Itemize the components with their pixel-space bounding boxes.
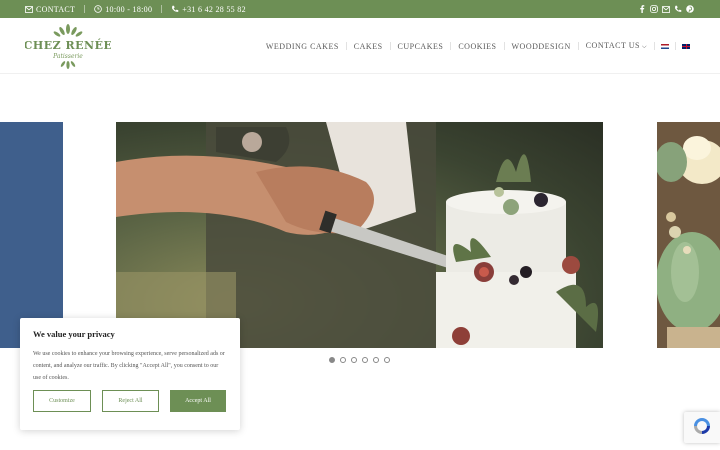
cookie-consent-banner: We value your privacy We use cookies to … — [20, 318, 240, 430]
facebook-icon[interactable] — [638, 5, 646, 13]
slide-next-cupcakes[interactable] — [657, 122, 720, 348]
site-logo[interactable]: CHEZ RENÉE Patisserie — [24, 21, 112, 71]
slider-dot[interactable] — [384, 357, 390, 363]
nav-divider — [654, 42, 655, 50]
main-nav: WEDDING CAKES CAKES CUPCAKES COOKIES WOO… — [259, 18, 696, 74]
chevron-down-icon: ⌵ — [641, 44, 647, 50]
phone-number: +31 6 42 28 55 82 — [182, 4, 246, 14]
slider-pagination — [329, 357, 390, 363]
slider-dot[interactable] — [362, 357, 368, 363]
hours-text: 10:00 - 18:00 — [105, 4, 153, 14]
dutch-flag-icon[interactable] — [661, 43, 669, 49]
divider — [161, 5, 163, 13]
pinterest-icon[interactable] — [686, 5, 694, 13]
contact-link[interactable]: CONTACT — [25, 5, 75, 14]
nav-cakes[interactable]: CAKES — [347, 42, 390, 51]
slide-current-wedding-cake[interactable] — [116, 122, 603, 348]
slide-previous[interactable] — [0, 122, 63, 348]
recaptcha-badge[interactable] — [684, 412, 720, 443]
customize-button[interactable]: Customize — [33, 390, 91, 412]
recaptcha-icon — [692, 416, 712, 440]
divider — [84, 5, 86, 13]
mail-icon[interactable] — [662, 5, 670, 13]
reject-all-button[interactable]: Reject All — [102, 390, 159, 412]
slider-dot[interactable] — [351, 357, 357, 363]
slider-dot[interactable] — [340, 357, 346, 363]
nav-wedding-cakes[interactable]: WEDDING CAKES — [259, 42, 346, 51]
nav-cupcakes[interactable]: CUPCAKES — [391, 42, 451, 51]
contact-label: CONTACT — [36, 4, 76, 14]
logo-name: CHEZ RENÉE — [25, 38, 111, 52]
cookie-text: We use cookies to enhance your browsing … — [33, 351, 225, 381]
phone-icon[interactable] — [674, 5, 682, 13]
clock-icon — [94, 5, 103, 13]
instagram-icon[interactable] — [650, 5, 658, 13]
phone-link[interactable]: +31 6 42 28 55 82 — [171, 5, 246, 14]
accept-all-button[interactable]: Accept All — [170, 390, 226, 412]
english-flag-icon[interactable] — [682, 43, 690, 49]
envelope-icon — [25, 5, 33, 13]
cookie-title: We value your privacy — [33, 329, 115, 339]
phone-icon — [171, 5, 179, 13]
nav-contact-label: CONTACT US — [585, 41, 640, 50]
nav-cookies[interactable]: COOKIES — [451, 42, 503, 51]
slider-dot[interactable] — [329, 357, 335, 363]
logo-tagline: Patisserie — [52, 53, 83, 60]
nav-contact-us[interactable]: CONTACT US ⌵ — [579, 41, 654, 51]
opening-hours: 10:00 - 18:00 — [94, 5, 152, 14]
nav-wooddesign[interactable]: WOODDESIGN — [505, 42, 578, 51]
site-header: CHEZ RENÉE Patisserie WEDDING CAKES CAKE… — [0, 18, 720, 74]
slider-dot[interactable] — [373, 357, 379, 363]
nav-divider — [675, 42, 676, 50]
top-bar: CONTACT 10:00 - 18:00 +31 6 42 28 55 82 — [0, 0, 720, 18]
